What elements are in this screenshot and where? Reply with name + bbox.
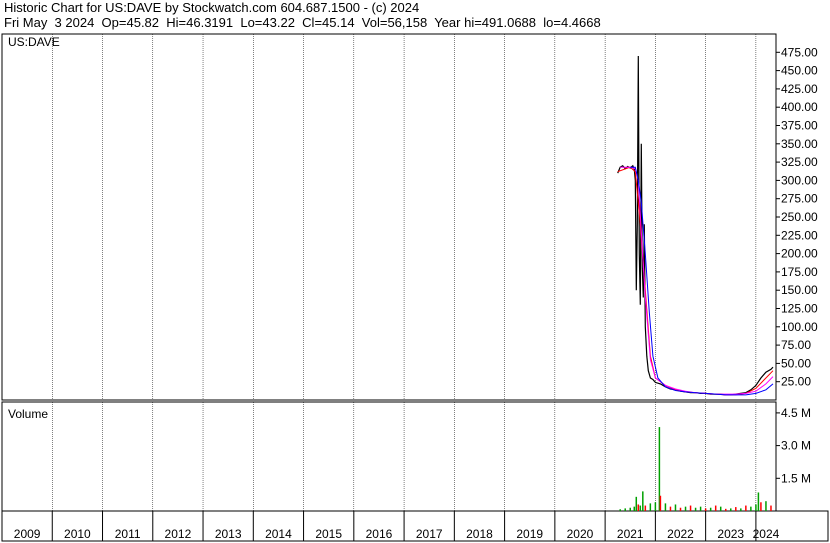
x-tick-label: 2016 <box>366 527 393 541</box>
x-tick-label: 2017 <box>416 527 443 541</box>
x-tick-label: 2014 <box>265 527 292 541</box>
price-panel-frame <box>1 33 777 401</box>
x-tick-label: 2020 <box>567 527 594 541</box>
price-y-tick-label: 300.00 <box>781 173 818 187</box>
price-y-tick-label: 325.00 <box>781 155 818 169</box>
price-y-tick-label: 25.00 <box>781 375 811 389</box>
x-tick-label: 2019 <box>516 527 543 541</box>
x-tick-label: 2009 <box>14 527 41 541</box>
x-tick-label: 2018 <box>466 527 493 541</box>
x-tick-label: 2023 <box>717 527 744 541</box>
price-y-tick-label: 150.00 <box>781 283 818 297</box>
price-y-tick-label: 450.00 <box>781 64 818 78</box>
chart-canvas: 2009 2010 2011 2012 2013 2014 2015 2016 2017 2018… <box>1 33 829 542</box>
price-y-tick-label: 275.00 <box>781 192 818 206</box>
x-tick-label: 2011 <box>115 527 141 541</box>
volume-y-tick-label: 3.0 M <box>781 439 811 453</box>
volume-y-tick-label: 4.5 M <box>781 406 811 420</box>
price-y-tick-label: 75.00 <box>781 338 811 352</box>
price-y-tick-label: 100.00 <box>781 320 818 334</box>
price-y-tick-label: 425.00 <box>781 82 818 96</box>
volume-panel-title: Volume <box>8 407 48 421</box>
price-y-tick-label: 200.00 <box>781 247 818 261</box>
price-y-tick-label: 400.00 <box>781 100 818 114</box>
x-tick-label: 2024 <box>753 527 780 541</box>
x-tick-label: 2013 <box>215 527 242 541</box>
price-y-tick-label: 225.00 <box>781 228 818 242</box>
x-tick-label: 2021 <box>617 527 644 541</box>
x-tick-label: 2012 <box>165 527 192 541</box>
price-y-tick-label: 350.00 <box>781 137 818 151</box>
x-tick-label: 2022 <box>667 527 694 541</box>
price-y-tick-label: 125.00 <box>781 302 818 316</box>
volume-y-tick-label: 1.5 M <box>781 471 811 485</box>
x-tick-label: 2015 <box>315 527 342 541</box>
price-y-tick-label: 250.00 <box>781 210 818 224</box>
price-panel-title: US:DAVE <box>8 35 60 49</box>
price-y-tick-label: 50.00 <box>781 356 811 370</box>
price-y-tick-label: 375.00 <box>781 119 818 133</box>
price-y-tick-label: 475.00 <box>781 45 818 59</box>
price-y-tick-label: 175.00 <box>781 265 818 279</box>
x-tick-label: 2010 <box>64 527 91 541</box>
